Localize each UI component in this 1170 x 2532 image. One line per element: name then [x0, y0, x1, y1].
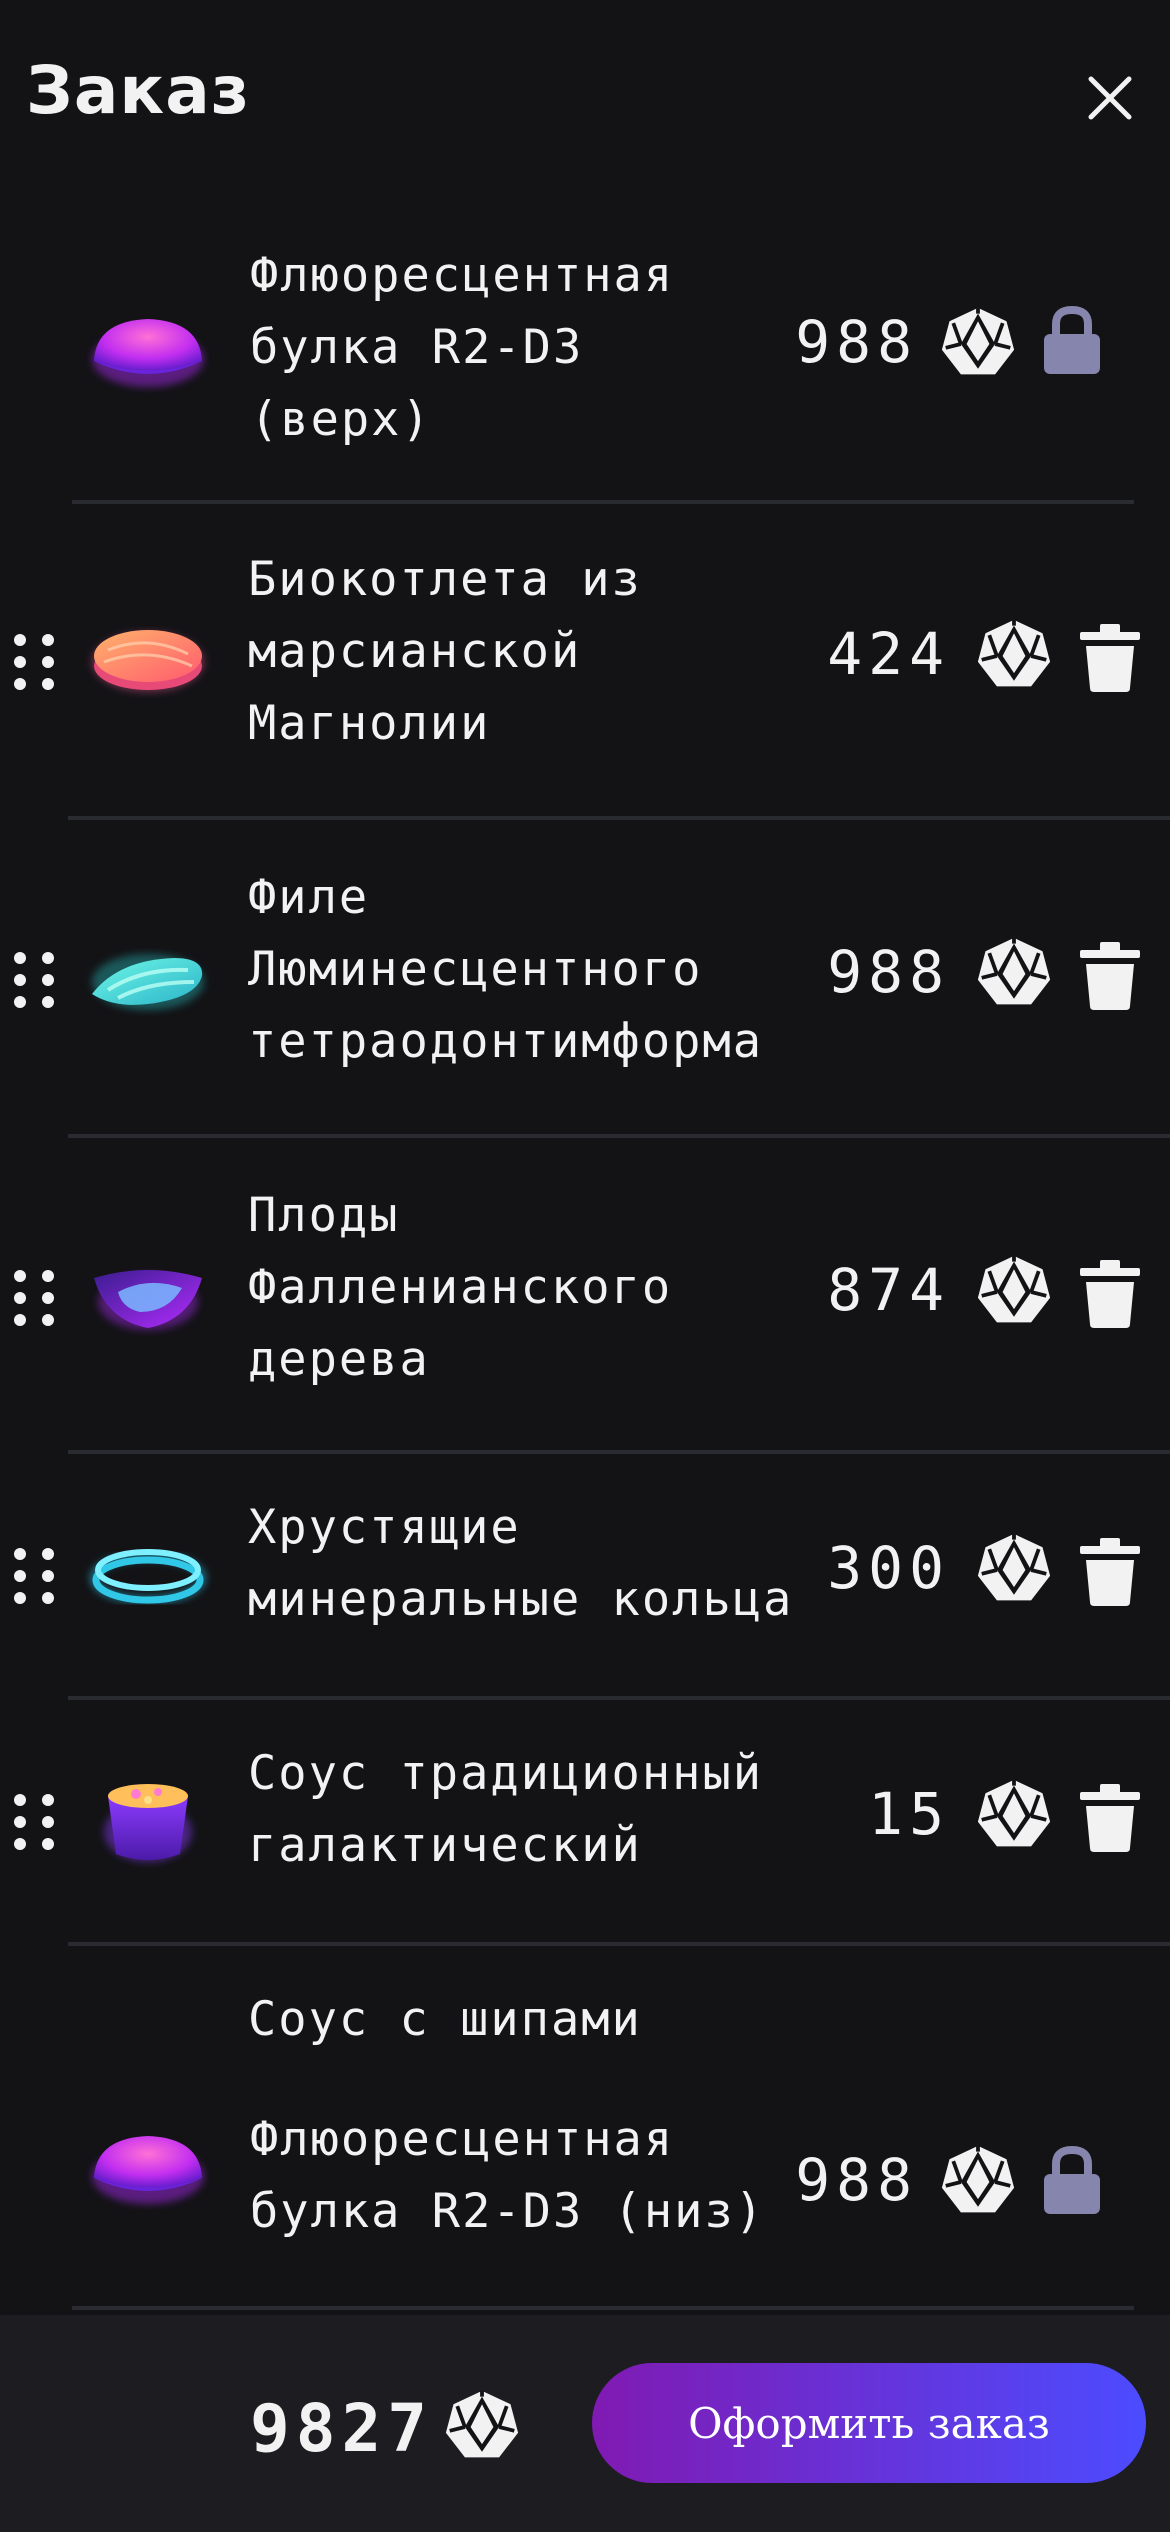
ingredient-price: 424	[827, 620, 950, 688]
currency-icon	[940, 2144, 1016, 2220]
lock-icon	[1042, 306, 1102, 374]
ingredient-name: Хрустящие минеральные кольца	[248, 1500, 794, 1627]
ingredient-name: Соус традиционный галактический	[248, 1746, 764, 1873]
page-title: Заказ	[26, 52, 251, 129]
currency-icon	[976, 618, 1052, 694]
list-item[interactable]: Плоды Фалленианского дерева 874	[0, 1138, 1170, 1454]
place-order-button[interactable]: Оформить заказ	[592, 2363, 1146, 2483]
ingredient-price: 988	[795, 308, 918, 376]
bun-image	[92, 319, 204, 387]
order-header: Заказ	[0, 0, 1170, 190]
ingredient-name: Соус с шипами	[248, 1992, 642, 2047]
patty-image	[92, 630, 204, 692]
bun-image	[92, 2136, 204, 2204]
close-icon	[1088, 76, 1132, 120]
drag-handle-icon[interactable]	[12, 1546, 56, 1606]
rings-image	[90, 1549, 206, 1604]
total-price: 9827	[250, 2390, 433, 2467]
fish-fillet-image	[92, 954, 204, 1010]
currency-icon	[940, 306, 1016, 382]
order-footer: 9827 Оформить заказ	[0, 2315, 1170, 2532]
list-item[interactable]: Соус традиционный галактический 15	[0, 1700, 1170, 1946]
ingredient-name: Флюоресцентная булка R2-D3 (верх)	[250, 248, 675, 447]
order-list[interactable]: Флюоресцентная булка R2-D3 (верх) 988 Би…	[0, 190, 1170, 2315]
list-item-bottom-bun: Флюоресцентная булка R2-D3 (низ) 988	[0, 2052, 1170, 2310]
trash-icon[interactable]	[1080, 1260, 1140, 1328]
fruit-image	[94, 1270, 202, 1330]
sauce-image	[104, 1784, 192, 1862]
drag-handle-icon[interactable]	[12, 1268, 56, 1328]
drag-handle-icon[interactable]	[12, 1792, 56, 1852]
ingredient-name: Плоды Фалленианского дерева	[248, 1188, 673, 1387]
ingredient-name: Филе Люминесцентного тетраодонтимформа	[248, 870, 764, 1069]
currency-icon	[976, 1254, 1052, 1330]
currency-icon	[976, 1778, 1052, 1854]
ingredient-name: Биокотлета из марсианской Магнолии	[248, 552, 642, 751]
row-divider	[72, 2306, 1134, 2310]
close-button[interactable]	[1070, 58, 1150, 138]
trash-icon[interactable]	[1080, 624, 1140, 692]
list-item[interactable]: Филе Люминесцентного тетраодонтимформа 9…	[0, 820, 1170, 1138]
currency-icon	[976, 936, 1052, 1012]
ingredient-price: 15	[868, 1780, 950, 1848]
ingredient-price: 874	[827, 1256, 950, 1324]
drag-handle-icon[interactable]	[12, 632, 56, 692]
ingredient-price: 300	[827, 1534, 950, 1602]
ingredient-name: Флюоресцентная булка R2-D3 (низ)	[250, 2112, 766, 2239]
ingredient-price: 988	[795, 2146, 918, 2214]
trash-icon[interactable]	[1080, 1538, 1140, 1606]
ingredient-price: 988	[827, 938, 950, 1006]
list-item[interactable]: Хрустящие минеральные кольца 300	[0, 1454, 1170, 1700]
list-item[interactable]: Биокотлета из марсианской Магнолии 424	[0, 504, 1170, 820]
trash-icon[interactable]	[1080, 1784, 1140, 1852]
trash-icon[interactable]	[1080, 942, 1140, 1010]
lock-icon	[1042, 2146, 1102, 2214]
currency-icon	[976, 1532, 1052, 1608]
drag-handle-icon[interactable]	[12, 950, 56, 1010]
list-item-top-bun: Флюоресцентная булка R2-D3 (верх) 988	[0, 190, 1170, 504]
currency-icon	[444, 2389, 520, 2465]
